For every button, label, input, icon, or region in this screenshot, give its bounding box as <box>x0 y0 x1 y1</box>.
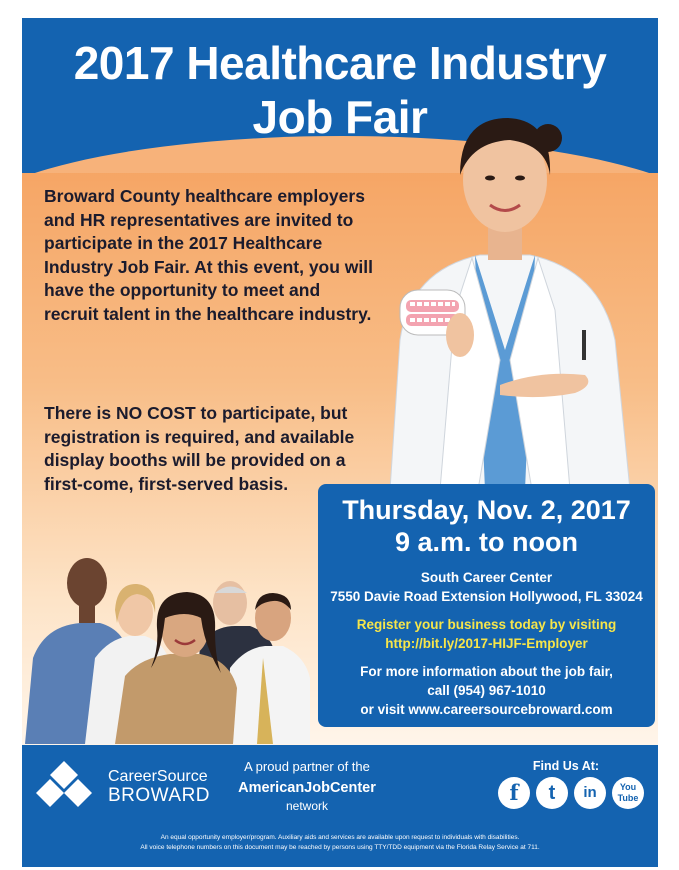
doctor-photo <box>389 118 631 490</box>
linkedin-icon[interactable]: in <box>574 777 606 809</box>
event-address: 7550 Davie Road Extension Hollywood, FL … <box>330 589 643 604</box>
event-date: Thursday, Nov. 2, 2017 <box>342 495 631 525</box>
event-time: 9 a.m. to noon <box>394 527 578 557</box>
brand-name-line-1: CareerSource <box>108 768 208 785</box>
footer-bar: CareerSource BROWARD A proud partner of … <box>22 745 658 867</box>
info-website[interactable]: or visit www.careersourcebroward.com <box>318 701 655 719</box>
fine-print-1: An equal opportunity employer/program. A… <box>160 834 520 841</box>
american-job-center-logo: AmericanJobCenter <box>238 780 376 796</box>
twitter-icon[interactable]: t <box>536 777 568 809</box>
youtube-icon[interactable]: You Tube <box>612 777 644 809</box>
youtube-icon-bottom: Tube <box>617 793 639 803</box>
job-fair-flyer: 2017 Healthcare Industry Job Fair Browar… <box>0 0 679 870</box>
title-line-1: 2017 Healthcare Industry <box>73 37 607 89</box>
healthcare-workers-photo <box>25 558 310 744</box>
partner-text: A proud partner of the <box>244 759 370 774</box>
partner-network-text: network <box>285 799 329 813</box>
careersource-logo-icon <box>36 761 92 807</box>
info-phone[interactable]: call (954) 967-1010 <box>318 682 655 700</box>
info-line-1: For more information about the job fair, <box>360 664 613 679</box>
find-us-label: Find Us At: <box>532 759 600 773</box>
register-link[interactable]: http://bit.ly/2017-HIJF-Employer <box>318 635 655 653</box>
cost-paragraph: There is NO COST to participate, but reg… <box>44 403 355 494</box>
fine-print-2: All voice telephone numbers on this docu… <box>140 844 540 851</box>
facebook-icon[interactable]: f <box>498 777 530 809</box>
brand-name-line-2: BROWARD <box>108 785 211 806</box>
event-info-box: Thursday, Nov. 2, 2017 9 a.m. to noon So… <box>318 484 655 727</box>
register-text: Register your business today by visiting <box>356 617 617 632</box>
youtube-icon-top: You <box>619 782 637 792</box>
event-venue: South Career Center <box>420 570 553 585</box>
intro-paragraph: Broward County healthcare employers and … <box>44 186 373 324</box>
